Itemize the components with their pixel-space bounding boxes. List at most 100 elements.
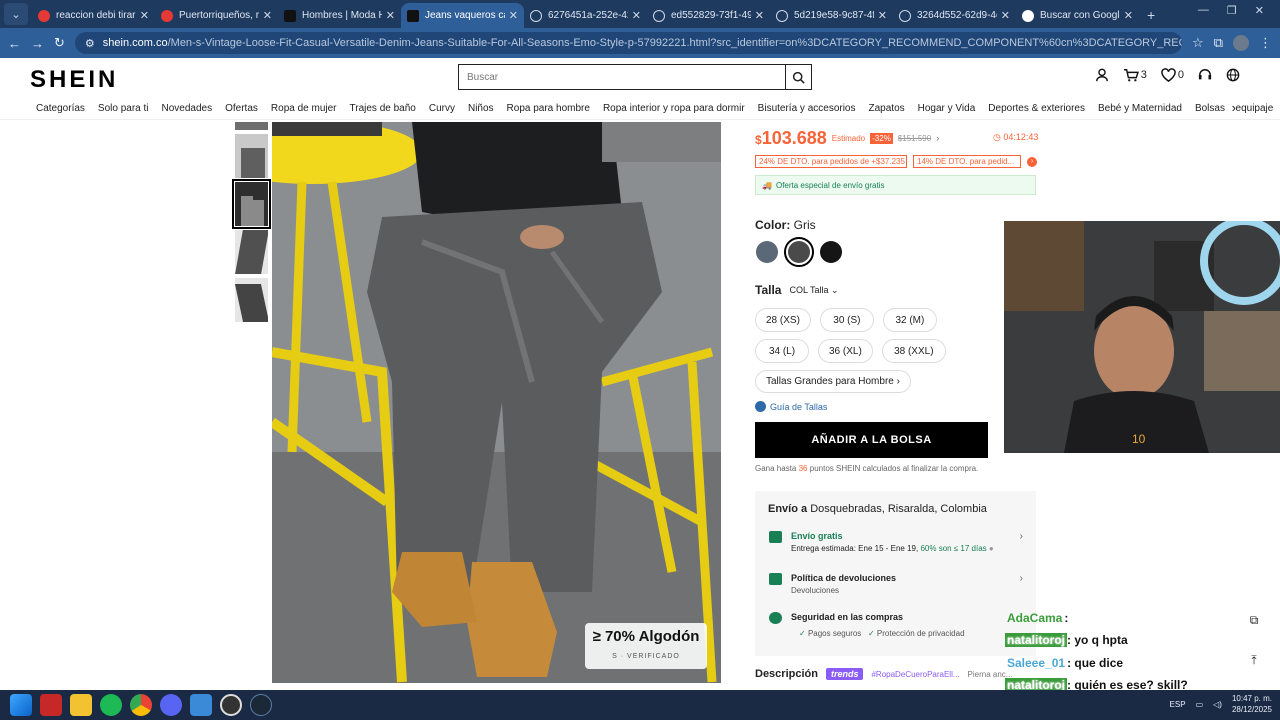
notepad-icon[interactable] [190,694,212,716]
close-tab-icon[interactable]: ✕ [632,9,641,22]
add-to-bag-button[interactable]: AÑADIR A LA BOLSA [755,422,988,458]
site-info-icon[interactable]: ⚙ [85,37,95,50]
trend-tag[interactable]: #RopaDeCueroParaEll... [871,670,959,679]
back-icon[interactable]: ← [8,36,21,51]
big-sizes-link[interactable]: Tallas Grandes para Hombre › [755,370,911,393]
steam-icon[interactable] [250,694,272,716]
profile-avatar[interactable] [1233,35,1249,51]
search-input[interactable] [459,65,785,89]
ship-to[interactable]: Envío a Dosquebradas, Risaralda, Colombi… [768,503,987,515]
discord-icon[interactable] [160,694,182,716]
close-tab-icon[interactable]: ✕ [386,9,395,22]
thumbnail[interactable] [235,134,268,178]
chat-popout-icon[interactable]: ⧉ [1246,613,1262,629]
extensions-icon[interactable]: ⧉ [1214,35,1223,51]
windows-start-icon[interactable] [10,694,32,716]
color-swatch[interactable] [756,241,778,263]
close-tab-icon[interactable]: ✕ [509,9,518,22]
thumbnail-selected[interactable] [232,179,271,229]
category-nav-item[interactable]: Ropa de mujer [271,103,337,114]
main-product-image[interactable] [272,122,721,683]
browser-tab[interactable]: Hombres | Moda Hom ✕ [278,3,401,28]
category-nav-item[interactable]: Bisutería y accesorios [758,103,856,114]
reload-icon[interactable]: ↻ [54,35,65,51]
category-nav-item[interactable]: Zapatos [869,103,905,114]
size-guide-link[interactable]: Guía de Tallas [755,401,827,412]
language-indicator[interactable]: ESP [1170,700,1186,709]
category-nav-item[interactable]: Niños [468,103,494,114]
browser-tab[interactable]: reaccion debi tirar m ✕ [32,3,155,28]
browser-tab[interactable]: 6276451a-252e-4253 ✕ [524,3,647,28]
cart-button[interactable]: 3 [1123,68,1147,82]
browser-tab[interactable]: ed552829-73f1-4960 ✕ [647,3,770,28]
category-nav-item[interactable]: Novedades [162,103,213,114]
promo-more-icon[interactable]: › [1027,156,1037,167]
restore-icon[interactable]: ❐ [1227,4,1237,17]
support-icon[interactable] [1198,68,1212,82]
close-tab-icon[interactable]: ✕ [755,9,764,22]
price-chevron-icon[interactable]: › [936,133,939,143]
category-nav-item[interactable]: Trajes de baño [350,103,416,114]
size-option[interactable]: 38 (XXL) [881,339,946,363]
bookmark-star-icon[interactable]: ☆ [1192,35,1204,51]
category-nav-item[interactable]: Solo para ti [98,103,149,114]
category-nav-item[interactable]: Ropa para hombre [507,103,590,114]
close-tab-icon[interactable]: ✕ [878,9,887,22]
close-tab-icon[interactable]: ✕ [140,9,149,22]
chat-pin-icon[interactable]: ⤒ [1246,653,1262,669]
returns-row[interactable]: Política de devoluciones Devoluciones › [769,573,1023,595]
browser-tab[interactable]: Jeans vaqueros casu ✕ [401,3,524,28]
category-nav-item[interactable]: Deportes & exteriores [988,103,1085,114]
trends-badge[interactable]: trends [825,668,864,680]
thumbnail[interactable] [235,122,268,130]
size-option[interactable]: 36 (XL) [818,339,873,363]
close-tab-icon[interactable]: ✕ [1124,9,1133,22]
free-shipping-row[interactable]: Envío gratis Entrega estimada: Ene 15 - … [769,531,1023,553]
volume-icon[interactable]: ◁) [1213,700,1222,709]
file-explorer-icon[interactable] [70,694,92,716]
forward-icon[interactable]: → [31,36,44,51]
browser-menu-icon[interactable]: ⋮ [1259,35,1272,51]
tab-search-button[interactable]: ⌄ [4,3,28,25]
close-tab-icon[interactable]: ✕ [263,9,272,22]
promo-coupon[interactable]: 14% DE DTO. para pedid... [913,155,1021,168]
wishlist-button[interactable]: 0 [1161,68,1184,82]
category-nav-item[interactable]: Curvy [429,103,455,114]
browser-tab[interactable]: 3264d552-62d9-4c4 ✕ [893,3,1016,28]
thumbnail[interactable] [235,278,268,322]
size-option[interactable]: 28 (XS) [755,308,811,332]
browser-tab[interactable]: Buscar con Google ✕ [1016,3,1139,28]
color-swatch-selected[interactable] [784,237,814,267]
chrome-icon[interactable] [130,694,152,716]
search-button[interactable] [785,65,811,89]
url-field[interactable]: ⚙ shein.com.co /Men-s-Vintage-Loose-Fit-… [74,32,1183,54]
browser-tab[interactable]: 5d219e58-9c87-4fca ✕ [770,3,893,28]
size-option[interactable]: 32 (M) [882,308,937,332]
account-icon[interactable] [1095,68,1109,82]
shein-logo[interactable]: SHEIN [30,66,118,94]
promo-coupon[interactable]: 24% DE DTO. para pedidos de +$37.235 [755,155,907,168]
thumbnail[interactable] [235,230,268,274]
news-app-icon[interactable] [40,694,62,716]
size-option[interactable]: 34 (L) [755,339,809,363]
minimize-icon[interactable]: — [1198,4,1209,17]
category-next-arrow-icon[interactable]: › [1225,100,1236,115]
category-nav-item[interactable]: Categorías [36,103,85,114]
color-swatch[interactable] [820,241,842,263]
spotify-icon[interactable] [100,694,122,716]
category-nav-item[interactable]: Hogar y Vida [918,103,976,114]
info-icon[interactable]: ● [989,544,994,553]
language-globe-icon[interactable] [1226,68,1240,82]
category-nav-item[interactable]: Bebé y Maternidad [1098,103,1182,114]
size-unit-dropdown[interactable]: COL Talla ⌄ [789,285,838,296]
clock[interactable]: 10:47 p. m. 28/12/2025 [1232,693,1272,715]
size-option[interactable]: 30 (S) [819,308,874,332]
category-nav-item[interactable]: Ropa interior y ropa para dormir [603,103,745,114]
category-nav-item[interactable]: Ofertas [225,103,258,114]
obs-icon[interactable] [220,694,242,716]
browser-tab[interactable]: Puertorriqueños, reac ✕ [155,3,278,28]
close-tab-icon[interactable]: ✕ [1001,9,1010,22]
new-tab-button[interactable]: + [1139,7,1163,28]
close-window-icon[interactable]: ✕ [1255,4,1264,17]
network-icon[interactable]: ▭ [1196,700,1204,709]
